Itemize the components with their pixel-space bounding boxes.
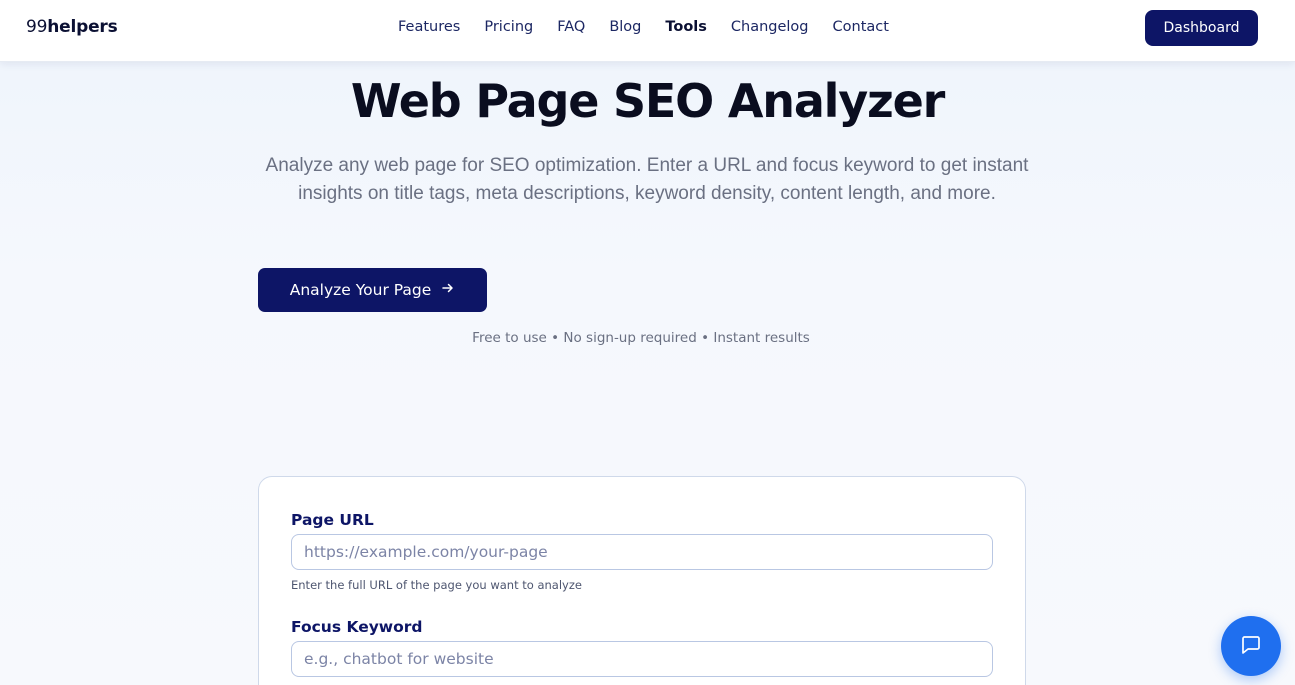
main-nav: Features Pricing FAQ Blog Tools Changelo… (398, 19, 913, 35)
analyze-page-label: Analyze Your Page (289, 281, 432, 299)
nav-contact[interactable]: Contact (833, 19, 889, 35)
analyze-page-button[interactable]: Analyze Your Page (258, 268, 487, 312)
logo-prefix: 99 (26, 17, 48, 37)
analyzer-form-card: Page URL Enter the full URL of the page … (258, 476, 1026, 685)
nav-changelog[interactable]: Changelog (731, 19, 809, 35)
dashboard-button[interactable]: Dashboard (1145, 10, 1258, 46)
logo[interactable]: 99helpers (26, 17, 118, 37)
nav-blog[interactable]: Blog (609, 19, 641, 35)
logo-name: helpers (47, 17, 118, 37)
nav-tools[interactable]: Tools (665, 19, 707, 35)
arrow-right-icon (441, 281, 455, 299)
page-subtitle: Analyze any web page for SEO optimizatio… (265, 155, 1029, 204)
chat-bubble-icon (1239, 633, 1263, 660)
site-header: 99helpers Features Pricing FAQ Blog Tool… (0, 0, 1295, 62)
keyword-label: Focus Keyword (291, 618, 423, 636)
url-label: Page URL (291, 511, 374, 529)
page-title: Web Page SEO Analyzer (350, 74, 945, 128)
feature-note: Free to use • No sign-up required • Inst… (472, 330, 810, 346)
keyword-input[interactable] (291, 641, 993, 677)
url-hint: Enter the full URL of the page you want … (291, 578, 582, 592)
nav-pricing[interactable]: Pricing (484, 19, 533, 35)
chat-widget-button[interactable] (1221, 616, 1281, 676)
nav-features[interactable]: Features (398, 19, 460, 35)
nav-faq[interactable]: FAQ (557, 19, 585, 35)
url-input[interactable] (291, 534, 993, 570)
